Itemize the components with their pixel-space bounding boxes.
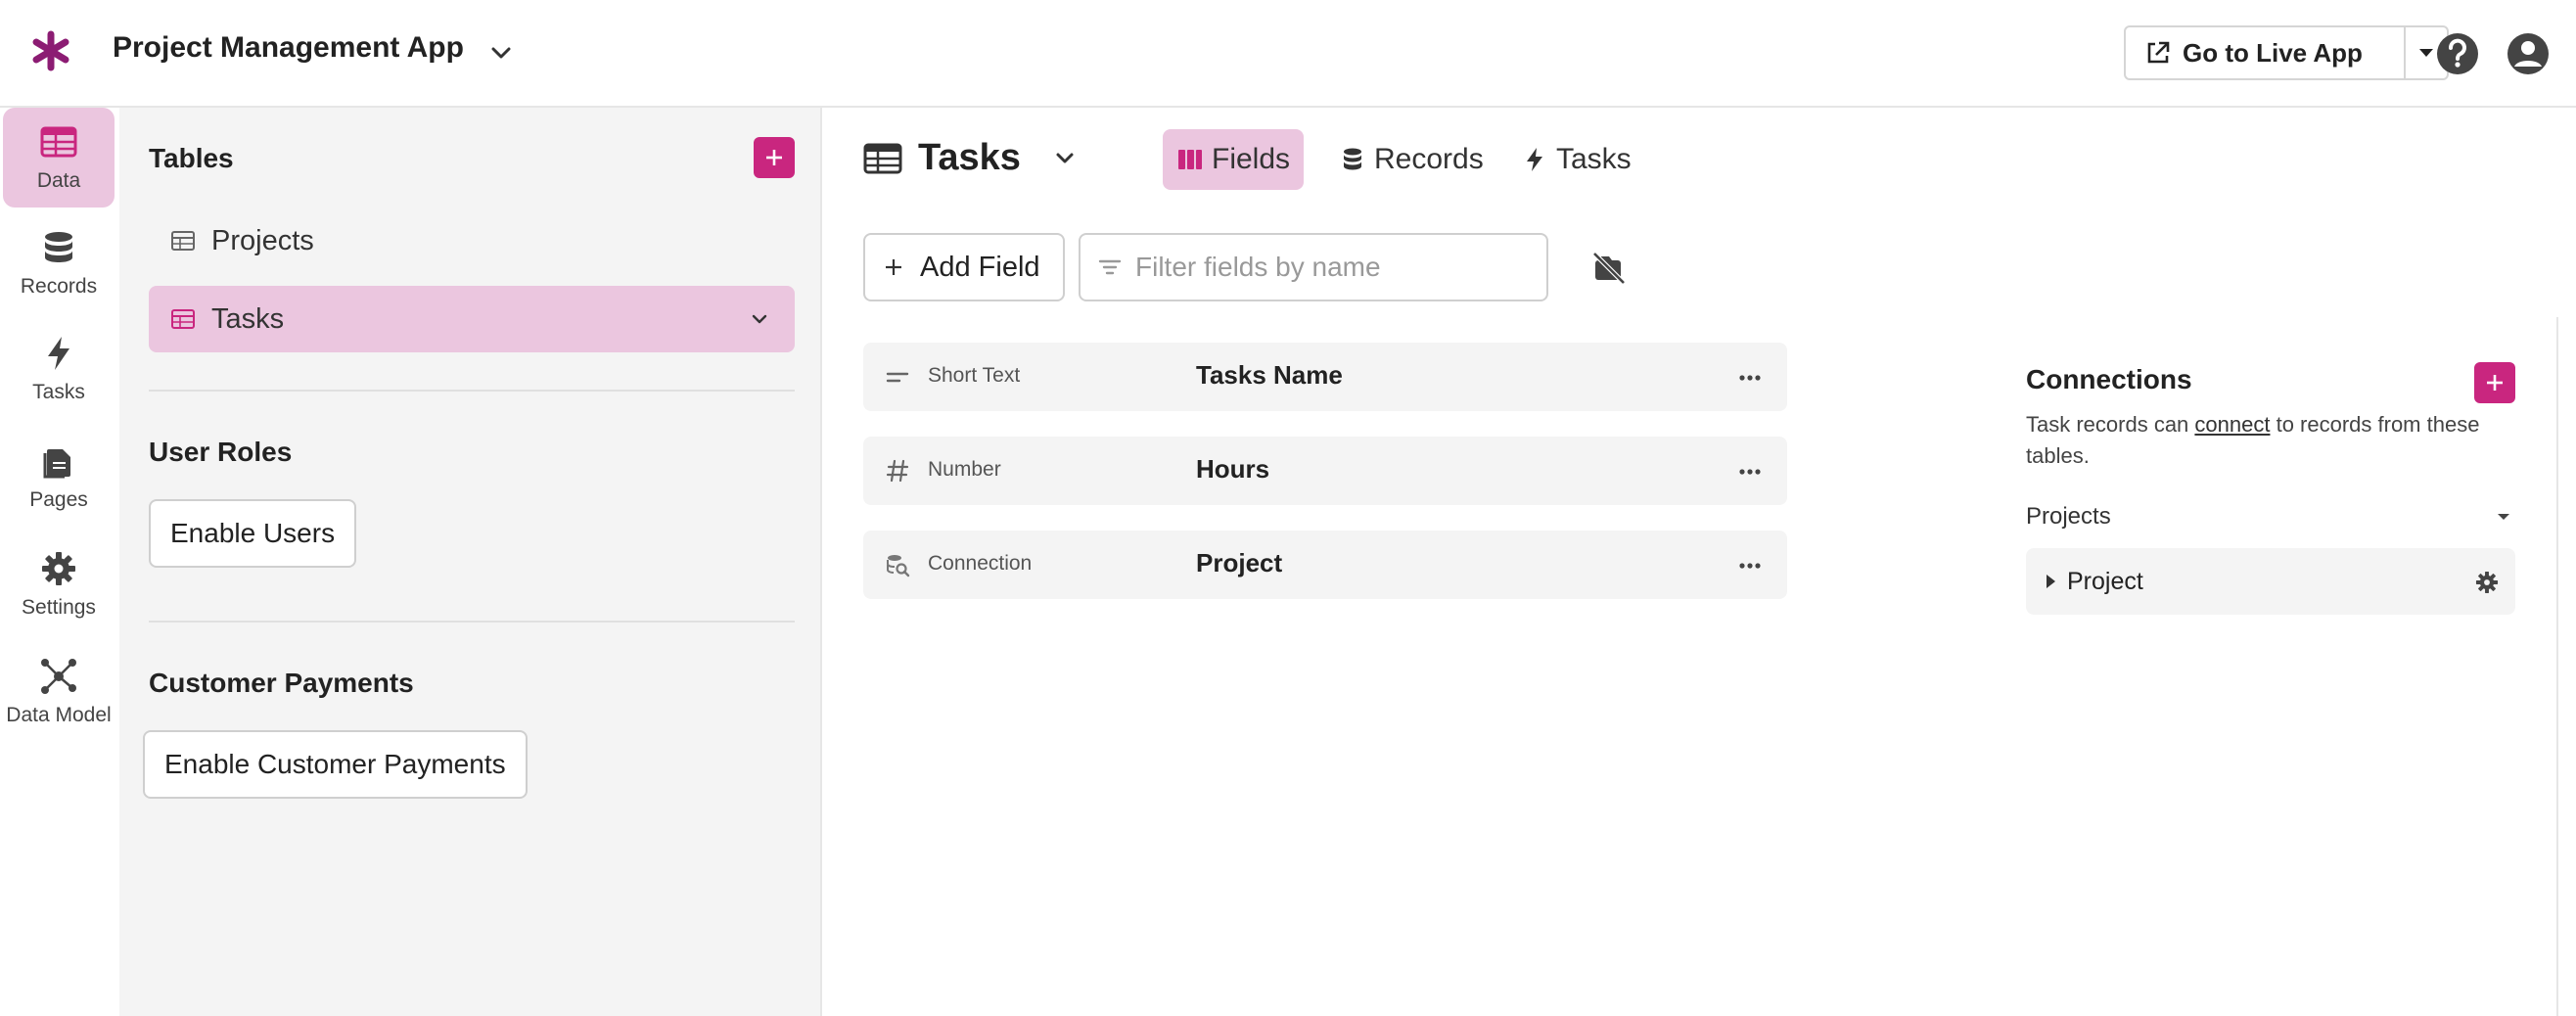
enable-users-button[interactable]: Enable Users: [149, 499, 357, 568]
plus-icon: [766, 150, 782, 165]
field-row-tasks-name[interactable]: Short Text Tasks Name: [863, 343, 1787, 411]
nav-label: Records: [20, 275, 98, 298]
gear-icon: [42, 552, 75, 585]
field-type-label: Connection: [928, 552, 1033, 575]
add-field-label: Add Field: [920, 251, 1040, 283]
field-row-project[interactable]: Connection Project: [863, 531, 1787, 599]
filter-fields-input[interactable]: [1135, 252, 1527, 283]
connection-group-label: Projects: [2026, 503, 2111, 530]
connection-item-label: Project: [2067, 568, 2143, 595]
chevron-down-icon[interactable]: [1050, 144, 1080, 173]
table-item-projects[interactable]: Projects: [149, 208, 795, 274]
hide-fields-icon[interactable]: [1591, 251, 1627, 286]
add-field-button[interactable]: Add Field: [863, 233, 1065, 301]
hash-icon: [886, 459, 909, 483]
plus-icon: [2487, 375, 2503, 391]
database-icon: [45, 232, 72, 262]
connection-icon: [887, 555, 910, 577]
nav-label: Tasks: [32, 381, 85, 403]
filter-fields-box[interactable]: [1079, 233, 1548, 301]
caret-down-icon: [2419, 49, 2433, 57]
user-roles-heading: User Roles: [149, 437, 293, 467]
description-text: Task records can: [2026, 412, 2195, 437]
help-icon[interactable]: [2435, 31, 2480, 76]
table-icon: [171, 231, 195, 251]
nav-label: Pages: [29, 488, 88, 511]
tab-fields[interactable]: Fields: [1163, 129, 1305, 190]
pages-icon: [43, 449, 70, 479]
field-type-label: Short Text: [928, 364, 1021, 387]
nav-label: Settings: [22, 596, 96, 619]
nav-label: Data Model: [6, 704, 112, 726]
table-icon: [863, 143, 902, 173]
columns-icon: [1178, 150, 1202, 169]
field-row-hours[interactable]: Number Hours: [863, 437, 1787, 505]
tab-label: Records: [1374, 143, 1484, 175]
top-bar: Project Management App Go to Live App: [0, 0, 2576, 108]
app-logo-icon[interactable]: [29, 29, 72, 72]
database-icon: [1344, 148, 1361, 170]
field-name: Hours: [1196, 454, 1270, 484]
gear-icon[interactable]: [2474, 570, 2500, 595]
tab-label: Fields: [1212, 143, 1291, 175]
add-table-button[interactable]: [754, 137, 795, 178]
tables-sidebar: Tables Projects Tasks User Roles Enable …: [119, 108, 822, 1016]
field-type-label: Number: [928, 458, 1001, 481]
table-title: Tasks: [918, 137, 1021, 178]
nav-item-pages[interactable]: Pages: [3, 427, 115, 527]
network-icon: [41, 659, 76, 694]
nav-item-records[interactable]: Records: [3, 213, 115, 313]
nav-item-data[interactable]: Data: [3, 108, 115, 208]
more-options-icon[interactable]: [1736, 366, 1764, 390]
nav-label: Data: [36, 169, 81, 192]
field-name: Tasks Name: [1196, 360, 1343, 390]
main-content: Tasks Fields Records Tasks Add Field Fil…: [822, 108, 2576, 1016]
divider: [149, 390, 795, 392]
chevron-down-icon[interactable]: [485, 37, 517, 69]
table-icon: [171, 309, 195, 329]
connections-description: Task records can connect to records from…: [2026, 409, 2496, 472]
caret-right-icon[interactable]: [2042, 572, 2059, 591]
bolt-icon: [48, 337, 69, 370]
short-text-icon: [886, 372, 909, 383]
table-icon: [40, 126, 77, 158]
table-item-tasks[interactable]: Tasks: [149, 286, 795, 352]
external-link-icon: [2147, 41, 2170, 64]
table-item-label: Projects: [211, 224, 314, 256]
go-to-live-app-button[interactable]: Go to Live App: [2124, 25, 2406, 80]
tables-heading: Tables: [149, 143, 234, 173]
divider: [149, 621, 795, 623]
user-account-icon[interactable]: [2506, 31, 2551, 76]
connect-link[interactable]: connect: [2194, 412, 2270, 437]
tab-records[interactable]: Records: [1325, 129, 1497, 190]
enable-customer-payments-button[interactable]: Enable Customer Payments: [143, 730, 528, 799]
live-app-label: Go to Live App: [2183, 37, 2363, 68]
customer-payments-heading: Customer Payments: [149, 668, 414, 698]
icon-navigation: Data Records Tasks Pages Settings Data M…: [0, 108, 119, 1016]
field-name: Project: [1196, 548, 1283, 577]
caret-down-icon[interactable]: [2494, 507, 2513, 527]
tab-tasks[interactable]: Tasks: [1507, 129, 1645, 190]
chevron-down-icon[interactable]: [748, 307, 771, 331]
panel-divider: [2556, 317, 2558, 1016]
app-title[interactable]: Project Management App: [113, 31, 464, 65]
filter-icon: [1098, 259, 1122, 275]
connection-item-project[interactable]: Project: [2026, 548, 2515, 615]
connections-heading: Connections: [2026, 364, 2192, 394]
table-item-label: Tasks: [211, 302, 285, 335]
more-options-icon[interactable]: [1736, 460, 1764, 484]
more-options-icon[interactable]: [1736, 554, 1764, 577]
table-header: Tasks: [863, 137, 1080, 179]
plus-icon: [886, 259, 901, 275]
bolt-icon: [1527, 148, 1542, 171]
nav-item-data-model[interactable]: Data Model: [3, 642, 115, 742]
nav-item-settings[interactable]: Settings: [3, 534, 115, 634]
tab-label: Tasks: [1556, 143, 1632, 175]
add-connection-button[interactable]: [2474, 362, 2515, 403]
nav-item-tasks[interactable]: Tasks: [3, 319, 115, 419]
